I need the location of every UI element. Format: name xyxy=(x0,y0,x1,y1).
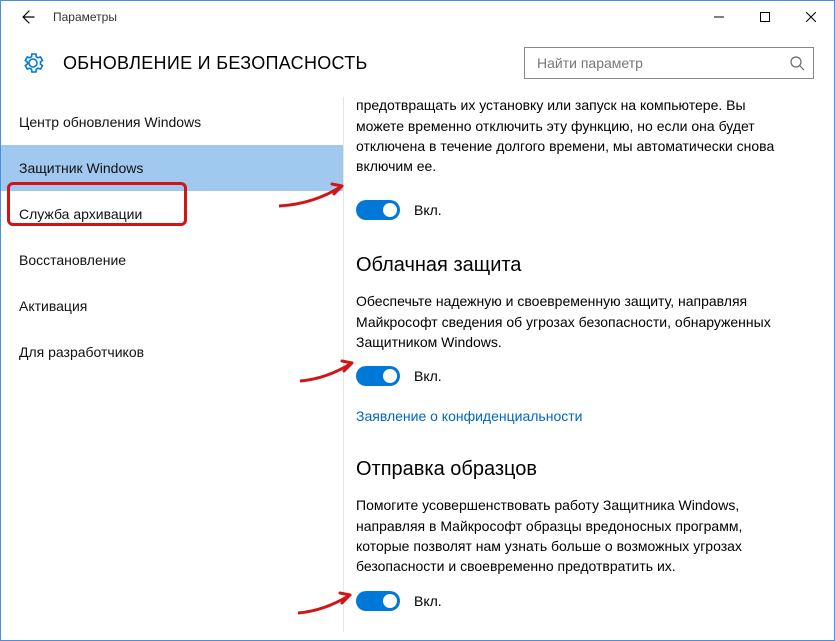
titlebar: Параметры xyxy=(1,1,834,33)
cloud-description: Обеспечьте надежную и своевременную защи… xyxy=(356,291,786,352)
samples-heading: Отправка образцов xyxy=(356,458,810,481)
samples-toggle[interactable] xyxy=(356,591,400,611)
maximize-icon xyxy=(760,12,770,22)
maximize-button[interactable] xyxy=(742,1,788,33)
samples-toggle-row: Вкл. xyxy=(356,591,810,611)
arrow-left-icon xyxy=(19,9,35,25)
cloud-heading: Облачная защита xyxy=(356,254,810,277)
cloud-section: Облачная защита Обеспечьте надежную и св… xyxy=(356,254,810,424)
sidebar-item-label: Для разработчиков xyxy=(19,344,144,360)
back-button[interactable] xyxy=(15,5,39,29)
realtime-description: Это помогает обнаруживать вредоносные пр… xyxy=(356,97,786,176)
toggle-label: Вкл. xyxy=(414,368,442,384)
sidebar-item-backup[interactable]: Служба архивации xyxy=(1,191,343,237)
sidebar-item-recovery[interactable]: Восстановление xyxy=(1,237,343,283)
toggle-label: Вкл. xyxy=(414,593,442,609)
window-title: Параметры xyxy=(53,10,117,24)
samples-description: Помогите усовершенствовать работу Защитн… xyxy=(356,495,786,576)
samples-section: Отправка образцов Помогите усовершенство… xyxy=(356,458,810,610)
sidebar-item-label: Активация xyxy=(19,298,87,314)
minimize-icon xyxy=(714,12,724,22)
sidebar-item-label: Центр обновления Windows xyxy=(19,114,201,130)
sidebar-item-label: Восстановление xyxy=(19,252,126,268)
sidebar-item-label: Служба архивации xyxy=(19,206,142,222)
privacy-link[interactable]: Заявление о конфиденциальности xyxy=(356,408,582,424)
page-header: ОБНОВЛЕНИЕ И БЕЗОПАСНОСТЬ xyxy=(1,33,834,97)
sidebar: Центр обновления Windows Защитник Window… xyxy=(1,97,343,632)
settings-window: Параметры ОБНОВЛЕНИЕ И БЕЗОПАСНОСТЬ xyxy=(0,0,835,641)
cloud-toggle[interactable] xyxy=(356,366,400,386)
search-input[interactable] xyxy=(535,54,789,72)
content-pane: Это помогает обнаруживать вредоносные пр… xyxy=(343,97,834,632)
minimize-button[interactable] xyxy=(696,1,742,33)
cloud-toggle-row: Вкл. xyxy=(356,366,810,386)
sidebar-item-label: Защитник Windows xyxy=(19,160,143,176)
close-icon xyxy=(806,12,816,22)
toggle-label: Вкл. xyxy=(414,202,442,218)
close-button[interactable] xyxy=(788,1,834,33)
gear-icon xyxy=(21,51,45,75)
sidebar-item-activation[interactable]: Активация xyxy=(1,283,343,329)
page-title: ОБНОВЛЕНИЕ И БЕЗОПАСНОСТЬ xyxy=(63,53,514,74)
realtime-toggle-row: Вкл. xyxy=(356,200,810,220)
realtime-toggle[interactable] xyxy=(356,200,400,220)
sidebar-item-update[interactable]: Центр обновления Windows xyxy=(1,99,343,145)
search-icon xyxy=(789,55,805,71)
sidebar-item-developers[interactable]: Для разработчиков xyxy=(1,329,343,375)
sidebar-item-defender[interactable]: Защитник Windows xyxy=(1,145,343,191)
search-box[interactable] xyxy=(524,47,814,79)
